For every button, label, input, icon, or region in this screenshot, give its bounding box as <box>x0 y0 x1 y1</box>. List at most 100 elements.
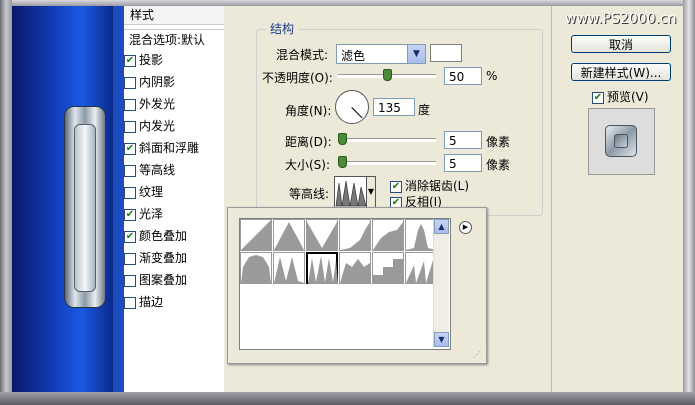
cancel-button[interactable]: 取消 <box>571 35 671 53</box>
blend-mode-label: 混合模式: <box>276 48 329 62</box>
style-item[interactable]: 图案叠加 <box>124 271 224 288</box>
style-item-label: 图案叠加 <box>139 273 188 287</box>
anti-alias-option[interactable]: ✔ 消除锯齿(L) <box>390 177 469 194</box>
contour-preview-icon <box>335 180 367 207</box>
style-item-label: 纹理 <box>139 185 164 199</box>
blend-mode-select[interactable]: 滤色 ▼ <box>336 44 426 64</box>
contour-linear-icon <box>241 220 271 250</box>
style-item-label: 内发光 <box>139 119 176 133</box>
contour-ring-icon <box>274 257 304 283</box>
style-item-label: 斜面和浮雕 <box>139 141 200 155</box>
resize-grip-icon[interactable]: ⋰ <box>473 350 483 360</box>
contour-thumbnail[interactable] <box>306 219 338 251</box>
preview-option[interactable]: ✔ 预览(V) <box>592 88 649 105</box>
style-item[interactable]: 内发光 <box>124 117 224 134</box>
angle-input[interactable]: 135 <box>373 98 415 116</box>
preview-swatch <box>605 125 637 157</box>
chrome-object-inner <box>74 124 96 292</box>
style-item-label: 内阴影 <box>139 75 176 89</box>
style-item-checkbox[interactable] <box>124 98 136 111</box>
style-item-checkbox[interactable] <box>124 274 136 287</box>
blend-color-swatch[interactable] <box>430 44 462 62</box>
contour-rounded-steps-icon <box>373 259 403 283</box>
style-item[interactable]: ✔ 颜色叠加 <box>124 227 224 244</box>
palette-menu-icon[interactable]: ▶ <box>459 221 472 234</box>
opacity-label: 不透明度(O): <box>262 71 333 85</box>
blend-mode-value: 滤色 <box>341 49 366 63</box>
style-item-checkbox[interactable]: ✔ <box>124 208 136 221</box>
contour-thumbnail[interactable] <box>339 219 371 251</box>
contour-thumbnail[interactable] <box>306 252 338 284</box>
style-item-checkbox[interactable] <box>124 186 136 199</box>
distance-slider[interactable] <box>338 138 436 142</box>
distance-input[interactable]: 5 <box>444 131 482 149</box>
contour-cone-icon <box>274 222 304 250</box>
opacity-slider-thumb[interactable] <box>383 69 392 81</box>
contour-label: 等高线: <box>289 187 330 201</box>
style-item-checkbox[interactable] <box>124 252 136 265</box>
style-item-checkbox[interactable] <box>124 164 136 177</box>
contour-thumbnail[interactable] <box>339 252 371 284</box>
contour-thumbnail[interactable] <box>372 252 404 284</box>
anti-alias-checkbox[interactable]: ✔ <box>390 180 402 193</box>
style-item[interactable]: 外发光 <box>124 95 224 112</box>
preview-checkbox[interactable]: ✔ <box>592 91 604 104</box>
angle-unit: 度 <box>418 103 431 117</box>
scroll-down-icon[interactable]: ▼ <box>434 332 449 347</box>
contour-picker-button[interactable]: ▼ <box>334 176 376 208</box>
angle-dial[interactable] <box>335 90 369 124</box>
structure-title: 结构 <box>266 20 299 37</box>
size-slider-thumb[interactable] <box>338 156 347 168</box>
style-item-label: 等高线 <box>139 163 176 177</box>
style-item[interactable]: ✔ 斜面和浮雕 <box>124 139 224 156</box>
style-item[interactable]: ✔ 光泽 <box>124 205 224 222</box>
style-item-label: 颜色叠加 <box>139 229 188 243</box>
contour-thumbnail[interactable] <box>372 219 404 251</box>
contour-thumbnail[interactable] <box>273 252 305 284</box>
chevron-down-icon[interactable]: ▼ <box>407 45 425 63</box>
window-frame-right <box>683 0 695 405</box>
style-item[interactable]: 渐变叠加 <box>124 249 224 266</box>
divider-line <box>551 6 552 392</box>
style-item-checkbox[interactable]: ✔ <box>124 54 136 67</box>
contour-thumbnail[interactable] <box>240 252 272 284</box>
distance-unit: 像素 <box>486 135 511 149</box>
style-item[interactable]: 内阴影 <box>124 73 224 90</box>
palette-scrollbar[interactable]: ▲ ▼ <box>433 219 449 347</box>
opacity-input[interactable]: 50 <box>444 67 482 85</box>
contour-cove-deep-icon <box>340 222 370 250</box>
style-item-checkbox[interactable] <box>124 296 136 309</box>
contour-thumbnail[interactable] <box>273 219 305 251</box>
distance-slider-thumb[interactable] <box>338 133 347 145</box>
contour-cone-inverted-icon <box>307 222 337 250</box>
contour-ring-double-icon <box>308 256 338 284</box>
angle-label: 角度(N): <box>285 104 332 118</box>
opacity-unit: % <box>486 69 498 83</box>
contour-half-round-icon <box>241 255 271 283</box>
style-item-checkbox[interactable] <box>124 76 136 89</box>
chevron-down-icon[interactable]: ▼ <box>366 177 375 207</box>
size-input[interactable]: 5 <box>444 154 482 172</box>
contour-sawtooth-icon <box>406 257 436 283</box>
scroll-up-icon[interactable]: ▲ <box>434 219 449 234</box>
style-item-checkbox[interactable] <box>124 120 136 133</box>
document-canvas <box>12 6 112 392</box>
size-slider[interactable] <box>338 161 436 165</box>
contour-rolling-slope-icon <box>340 259 370 283</box>
style-item[interactable]: 纹理 <box>124 183 224 200</box>
styles-list-header[interactable]: 样式 <box>124 6 224 25</box>
blend-options-item[interactable]: 混合选项:默认 <box>124 29 224 51</box>
style-item[interactable]: 描边 <box>124 293 224 310</box>
new-style-button[interactable]: 新建样式(W)... <box>571 63 671 81</box>
distance-label: 距离(D): <box>285 135 332 149</box>
style-item-label: 描边 <box>139 295 164 309</box>
style-item-label: 外发光 <box>139 97 176 111</box>
style-item-checkbox[interactable]: ✔ <box>124 142 136 155</box>
watermark: www.PS2000.cn <box>565 11 677 27</box>
style-item-label: 渐变叠加 <box>139 251 188 265</box>
window-frame-left <box>0 0 12 405</box>
style-item[interactable]: 等高线 <box>124 161 224 178</box>
contour-thumbnail[interactable] <box>240 219 272 251</box>
style-item-checkbox[interactable]: ✔ <box>124 230 136 243</box>
style-item[interactable]: ✔ 投影 <box>124 51 224 68</box>
